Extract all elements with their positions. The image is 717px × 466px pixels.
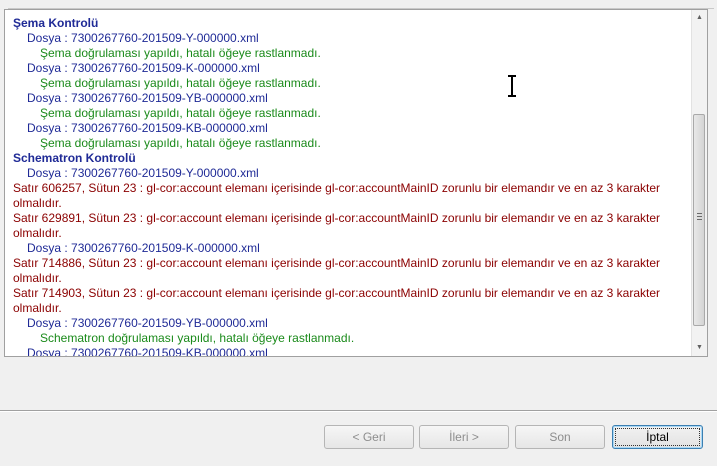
- schema-result-3: Şema doğrulaması yapıldı, hatalı öğeye r…: [40, 106, 321, 120]
- finish-button[interactable]: Son: [515, 425, 605, 449]
- back-button[interactable]: < Geri: [324, 425, 414, 449]
- schematron-error-4: Satır 714903, Sütun 23 : gl-cor:account …: [13, 286, 661, 315]
- schematron-heading: Schematron Kontrolü: [13, 151, 136, 165]
- top-strip: [0, 0, 717, 9]
- schematron-error-3: Satır 714886, Sütun 23 : gl-cor:account …: [13, 256, 661, 285]
- schematron-file-3: Dosya : 7300267760-201509-YB-000000.xml: [27, 316, 268, 330]
- chevron-up-icon[interactable]: ▲: [692, 10, 707, 26]
- validation-log-panel[interactable]: Şema Kontrolü Dosya : 7300267760-201509-…: [4, 9, 708, 357]
- schema-result-1: Şema doğrulaması yapıldı, hatalı öğeye r…: [40, 46, 321, 60]
- grip-icon: [697, 213, 702, 220]
- schema-file-1: Dosya : 7300267760-201509-Y-000000.xml: [27, 31, 259, 45]
- schematron-result-3: Schematron doğrulaması yapıldı, hatalı ö…: [40, 331, 355, 345]
- vertical-scrollbar[interactable]: ▲ ▼: [691, 10, 707, 356]
- schema-result-2: Şema doğrulaması yapıldı, hatalı öğeye r…: [40, 76, 321, 90]
- text-cursor-icon: [508, 75, 516, 97]
- schema-result-4: Şema doğrulaması yapıldı, hatalı öğeye r…: [40, 136, 321, 150]
- chevron-down-icon[interactable]: ▼: [692, 340, 707, 356]
- cancel-button-label: İptal: [615, 428, 700, 446]
- schematron-file-1: Dosya : 7300267760-201509-Y-000000.xml: [27, 166, 259, 180]
- schema-heading: Şema Kontrolü: [13, 16, 99, 30]
- schema-file-2: Dosya : 7300267760-201509-K-000000.xml: [27, 61, 260, 75]
- schema-file-3: Dosya : 7300267760-201509-YB-000000.xml: [27, 91, 268, 105]
- schematron-error-2: Satır 629891, Sütun 23 : gl-cor:account …: [13, 211, 661, 240]
- schematron-error-1: Satır 606257, Sütun 23 : gl-cor:account …: [13, 181, 661, 210]
- cancel-button[interactable]: İptal: [612, 425, 703, 449]
- schema-file-4: Dosya : 7300267760-201509-KB-000000.xml: [27, 121, 268, 135]
- validation-log: Şema Kontrolü Dosya : 7300267760-201509-…: [13, 16, 689, 357]
- schematron-file-4: Dosya : 7300267760-201509-KB-000000.xml: [27, 346, 268, 357]
- schematron-file-2: Dosya : 7300267760-201509-K-000000.xml: [27, 241, 260, 255]
- next-button[interactable]: İleri >: [419, 425, 509, 449]
- footer-divider-highlight: [0, 411, 717, 412]
- scrollbar-thumb[interactable]: [693, 114, 705, 326]
